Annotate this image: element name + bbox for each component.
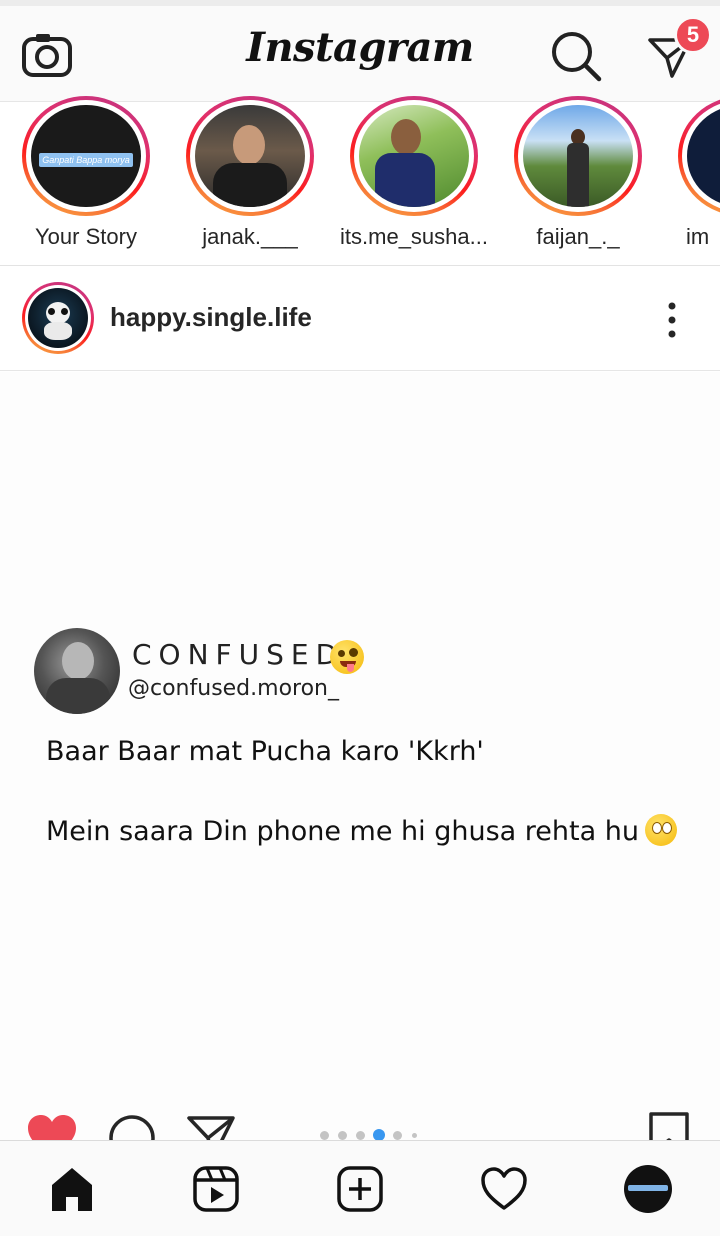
- story-avatar: [195, 105, 305, 207]
- story-label: janak.___: [202, 224, 298, 249]
- zany-face-emoji-icon: [330, 640, 364, 674]
- quote-author-avatar: [34, 628, 120, 714]
- stories-tray[interactable]: Ganpati Bappa morya Your Story janak.___…: [0, 96, 720, 266]
- profile-avatar-thumb: [628, 1185, 668, 1191]
- quote-handle: @confused.moron_: [128, 676, 339, 701]
- carousel-dot: [356, 1131, 365, 1140]
- carousel-dot: [412, 1133, 417, 1138]
- reels-icon[interactable]: [192, 1165, 240, 1213]
- save-bookmark-icon[interactable]: [648, 1112, 690, 1140]
- story-ring: [514, 96, 642, 216]
- profile-avatar[interactable]: [624, 1165, 672, 1213]
- search-icon[interactable]: [550, 30, 602, 82]
- comment-icon[interactable]: [108, 1114, 156, 1140]
- home-icon[interactable]: [48, 1165, 96, 1213]
- story-label: faijan_._: [536, 224, 620, 249]
- carousel-dot: [393, 1131, 402, 1140]
- quote-line-1: Baar Baar mat Pucha karo 'Kkrh': [46, 736, 484, 767]
- story-avatar: Ganpati Bappa morya: [31, 105, 141, 207]
- carousel-dot-active: [373, 1129, 385, 1140]
- story-avatar: [359, 105, 469, 207]
- story-ring: [678, 96, 720, 216]
- quote-line-2: Mein saara Din phone me hi ghusa rehta h…: [46, 814, 677, 847]
- story-avatar: [687, 105, 720, 207]
- top-bar: Instagram 5: [0, 6, 720, 102]
- story-ring: Ganpati Bappa morya: [22, 96, 150, 216]
- carousel-dot: [320, 1131, 329, 1140]
- story-label: im: [686, 224, 710, 249]
- post-image[interactable]: CONFUSED @confused.moron_ Baar Baar mat …: [0, 372, 720, 1140]
- story-label: Your Story: [35, 224, 137, 249]
- story-label: its.me_susha...: [340, 224, 488, 249]
- eye-roll-emoji-icon: [644, 814, 677, 846]
- story-ring: [186, 96, 314, 216]
- post-header: happy.single.life: [0, 266, 720, 371]
- like-heart-filled-icon[interactable]: [26, 1114, 78, 1140]
- share-icon[interactable]: [186, 1114, 236, 1140]
- more-options-icon[interactable]: [656, 300, 688, 340]
- quote-line-2-text: Mein saara Din phone me hi ghusa rehta h…: [46, 816, 639, 847]
- quote-title: CONFUSED: [132, 638, 345, 671]
- new-post-icon[interactable]: [336, 1165, 384, 1213]
- instagram-logo: Instagram: [246, 24, 474, 71]
- story-avatar: [523, 105, 633, 207]
- bottom-navigation: [0, 1140, 720, 1236]
- post-author-avatar[interactable]: [22, 282, 94, 354]
- dm-unread-badge: 5: [674, 16, 712, 54]
- carousel-dot: [338, 1131, 347, 1140]
- story-ring: [350, 96, 478, 216]
- post-actions: [0, 1106, 720, 1140]
- post-username[interactable]: happy.single.life: [110, 302, 312, 333]
- activity-heart-icon[interactable]: [480, 1165, 528, 1213]
